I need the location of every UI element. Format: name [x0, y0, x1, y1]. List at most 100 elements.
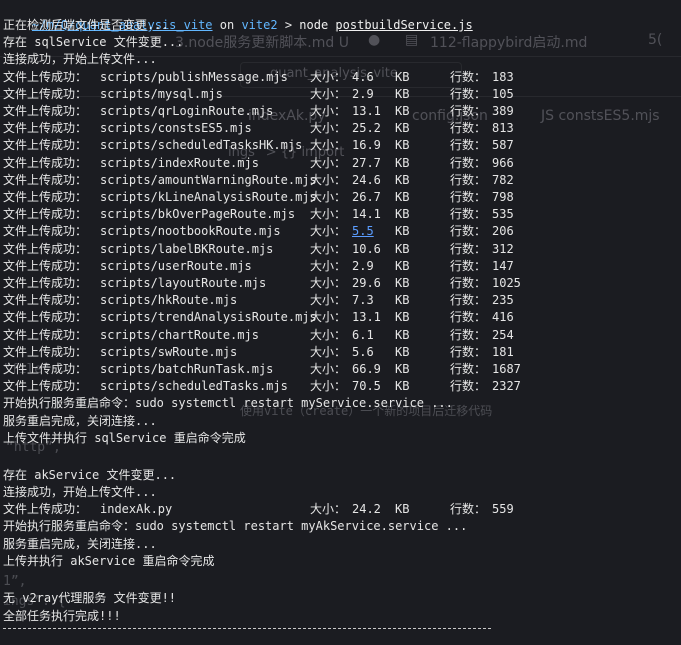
file-path: scripts/scheduledTasksHK.mjs	[100, 138, 303, 153]
row-count: 798	[492, 190, 514, 204]
file-size: 66.9	[352, 362, 381, 376]
log-line: 服务重启完成，关闭连接...	[3, 536, 157, 551]
size-label: 大小：	[310, 69, 347, 84]
file-size: 5.6	[352, 344, 374, 359]
size-label: 大小：	[310, 502, 347, 517]
rows-label: 行数：	[450, 241, 487, 256]
size-label: 大小：	[310, 344, 347, 359]
size-label: 大小：	[310, 86, 347, 101]
size-unit: KB	[395, 241, 410, 256]
size-label: 大小：	[310, 276, 347, 290]
log-line: 无 v2ray代理服务 文件变更!!	[3, 590, 177, 605]
file-path: scripts/trendAnalysisRoute.mjs	[100, 310, 317, 325]
size-label: 大小：	[310, 172, 347, 187]
upload-prefix: 文件上传成功：	[3, 344, 88, 359]
upload-row: 文件上传成功： scripts/qrLoginRoute.mjs 大小： 13.1 KB…	[3, 103, 681, 120]
size-label: 大小：	[310, 224, 347, 239]
done-line: 全部任务执行完成!!!	[3, 608, 121, 623]
prompt-argument: postbuildService.js	[335, 18, 473, 32]
size-label: 大小：	[310, 379, 347, 394]
log-line: 开始执行服务重启命令：sudo systemctl restart myServ…	[3, 396, 453, 411]
file-size: 16.9	[352, 138, 381, 153]
file-size: 10.6	[352, 241, 381, 256]
row-count: 587	[492, 138, 514, 153]
upload-prefix: 文件上传成功：	[3, 362, 88, 376]
rows-label: 行数：	[450, 190, 487, 204]
size-label: 大小：	[310, 310, 347, 325]
upload-row: 文件上传成功： scripts/mysql.mjs 大小： 2.9 KB 行数： 105	[3, 86, 681, 103]
size-unit: KB	[395, 310, 410, 325]
size-unit: KB	[395, 155, 410, 170]
file-size: 27.7	[352, 155, 381, 170]
upload-row: 文件上传成功： scripts/amountWarningRoute.mjs 大小：…	[3, 172, 681, 189]
upload-row: 文件上传成功： scripts/swRoute.mjs 大小： 5.6 KB 行数： 181	[3, 344, 681, 361]
file-path: scripts/qrLoginRoute.mjs	[100, 104, 274, 118]
terminal-output[interactable]: ~/m/Q/quant_analysis_vite on vite2 > nod…	[0, 0, 681, 645]
size-unit: KB	[395, 86, 410, 101]
upload-prefix: 文件上传成功：	[3, 121, 88, 136]
file-size: 6.1	[352, 327, 374, 342]
file-size: 14.1	[352, 207, 381, 222]
file-path: scripts/amountWarningRoute.mjs	[100, 172, 317, 187]
upload-row: 文件上传成功： scripts/trendAnalysisRoute.mjs 大小：…	[3, 309, 681, 326]
upload-prefix: 文件上传成功：	[3, 310, 88, 325]
size-label: 大小：	[310, 190, 347, 204]
file-size: 13.1	[352, 104, 381, 118]
upload-row: 文件上传成功： scripts/labelBKRoute.mjs 大小： 10.6 KB…	[3, 241, 681, 258]
upload-row: 文件上传成功： scripts/bkOverPageRoute.mjs 大小： 14.…	[3, 206, 681, 223]
size-unit: KB	[395, 293, 410, 308]
row-count: 147	[492, 258, 514, 273]
upload-prefix: 文件上传成功：	[3, 69, 88, 84]
log-line: 连接成功，开始上传文件...	[3, 484, 157, 499]
rows-label: 行数：	[450, 258, 487, 273]
row-count: 183	[492, 69, 514, 84]
size-unit: KB	[395, 258, 410, 273]
rows-label: 行数：	[450, 362, 487, 376]
size-label: 大小：	[310, 258, 347, 273]
row-count: 416	[492, 310, 514, 325]
log-line: 连接成功，开始上传文件...	[3, 52, 157, 67]
log-line: 上传文件并执行 sqlService 重启命令完成	[3, 430, 246, 445]
upload-row: 文件上传成功： scripts/chartRoute.mjs 大小： 6.1 KB 行数：…	[3, 327, 681, 344]
file-size: 4.6	[352, 69, 374, 84]
upload-prefix: 文件上传成功：	[3, 155, 88, 170]
row-count: 813	[492, 121, 514, 136]
upload-row: 文件上传成功： scripts/scheduledTasks.mjs 大小： 70.5…	[3, 378, 681, 395]
rows-label: 行数：	[450, 172, 487, 187]
log-line: 正在检测后端文件是否变更...	[3, 18, 169, 32]
row-count: 235	[492, 293, 514, 308]
size-unit: KB	[395, 121, 410, 136]
upload-prefix: 文件上传成功：	[3, 502, 88, 517]
row-count: 105	[492, 86, 514, 101]
size-unit: KB	[395, 224, 410, 239]
size-unit: KB	[395, 172, 410, 187]
file-size: 24.6	[352, 172, 381, 187]
prompt-command: node	[299, 18, 329, 32]
row-count: 254	[492, 327, 514, 342]
size-unit: KB	[395, 502, 410, 517]
upload-prefix: 文件上传成功：	[3, 86, 88, 101]
size-unit: KB	[395, 190, 410, 204]
separator-line	[3, 628, 491, 630]
rows-label: 行数：	[450, 310, 487, 325]
size-label: 大小：	[310, 241, 347, 256]
upload-prefix: 文件上传成功：	[3, 327, 88, 342]
rows-label: 行数：	[450, 379, 487, 394]
upload-row: 文件上传成功： scripts/indexRoute.mjs 大小： 27.7 KB 行数…	[3, 155, 681, 172]
file-path: scripts/bkOverPageRoute.mjs	[100, 207, 296, 222]
upload-row: 文件上传成功： scripts/kLineAnalysisRoute.mjs 大小：…	[3, 189, 681, 206]
rows-label: 行数：	[450, 86, 487, 101]
rows-label: 行数：	[450, 293, 487, 308]
row-count: 1687	[492, 362, 521, 376]
rows-label: 行数：	[450, 69, 487, 84]
upload-row: 文件上传成功： scripts/hkRoute.mjs 大小： 7.3 KB 行数： 235	[3, 292, 681, 309]
rows-label: 行数：	[450, 344, 487, 359]
size-label: 大小：	[310, 121, 347, 136]
size-unit: KB	[395, 207, 410, 222]
file-path: indexAk.py	[100, 502, 173, 517]
file-size: 29.6	[352, 276, 381, 290]
row-count: 1025	[492, 276, 521, 290]
prompt-arrow: >	[284, 18, 293, 32]
upload-row: 文件上传成功： scripts/userRoute.mjs 大小： 2.9 KB 行数： 1…	[3, 258, 681, 275]
size-unit: KB	[395, 104, 410, 118]
